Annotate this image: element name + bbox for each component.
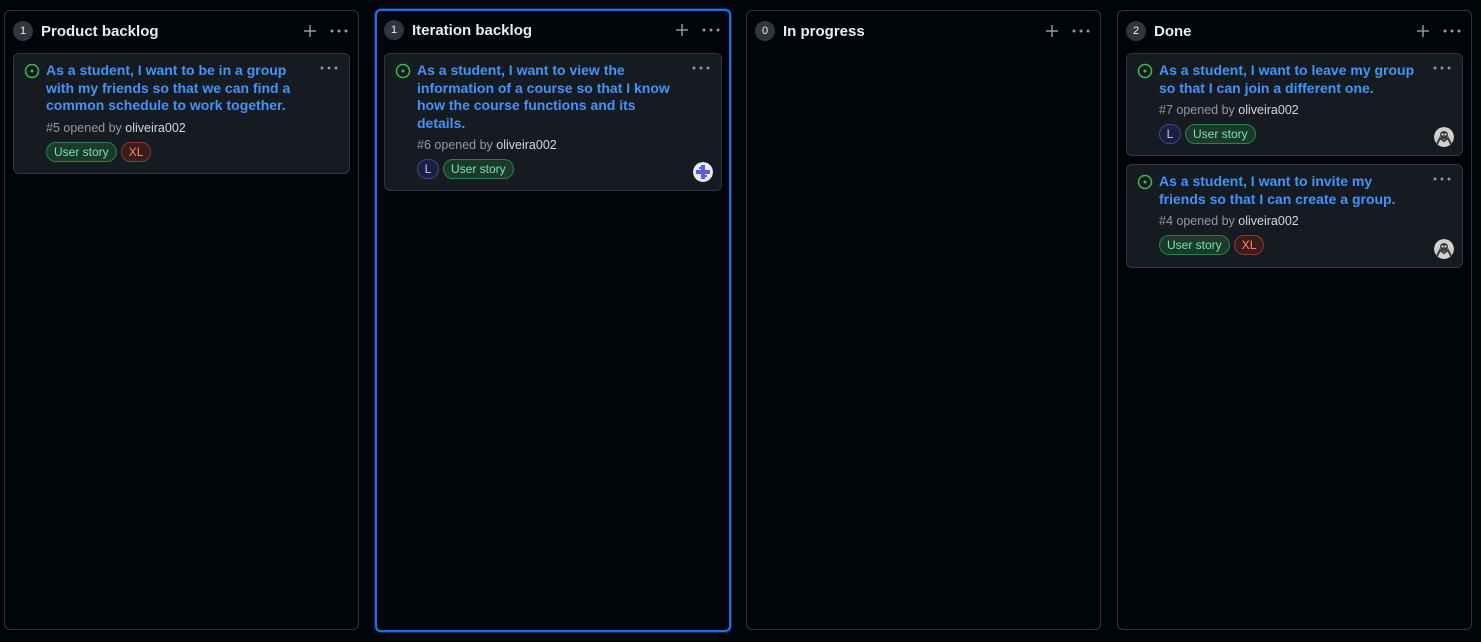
column-header: 2 Done [1126, 20, 1463, 42]
opened-by-text: opened by [1176, 214, 1235, 228]
card-menu-icon[interactable] [1430, 60, 1454, 76]
column-menu-icon[interactable] [328, 20, 350, 42]
issue-card[interactable]: As a student, I want to view the informa… [384, 53, 722, 191]
label-xl[interactable]: XL [120, 141, 152, 162]
column-in-progress: 0 In progress [746, 10, 1101, 630]
issue-meta: #4 opened by oliveira002 [1159, 213, 1452, 229]
issue-number: #7 [1159, 103, 1173, 117]
add-item-icon[interactable] [671, 19, 693, 41]
column-done: 2 Done As a student, I want to leave my … [1117, 10, 1472, 630]
label-list: L User story [1159, 124, 1452, 144]
label-user-story[interactable]: User story [1185, 124, 1256, 144]
assignee-avatar[interactable] [693, 162, 713, 182]
column-count-badge: 1 [13, 21, 33, 41]
column-product-backlog: 1 Product backlog As a student, I want t… [4, 10, 359, 630]
label-list: User story XL [1159, 235, 1452, 255]
card-menu-icon[interactable] [1430, 171, 1454, 187]
issue-title-link[interactable]: As a student, I want to view the informa… [417, 62, 681, 132]
label-list: User story XL [46, 141, 339, 162]
add-item-icon[interactable] [299, 20, 321, 42]
issue-number: #4 [1159, 214, 1173, 228]
column-title: Done [1154, 22, 1192, 40]
card-menu-icon[interactable] [689, 60, 713, 76]
add-item-icon[interactable] [1412, 20, 1434, 42]
issue-open-icon [1137, 63, 1153, 79]
opened-by-text: opened by [1176, 103, 1235, 117]
issue-card[interactable]: As a student, I want to be in a group wi… [13, 53, 350, 174]
column-header: 0 In progress [755, 20, 1092, 42]
column-header: 1 Iteration backlog [384, 19, 722, 41]
size-label-l[interactable]: L [417, 159, 439, 179]
assignee-avatar[interactable] [1434, 127, 1454, 147]
issue-open-icon [1137, 174, 1153, 190]
issue-open-icon [24, 63, 40, 79]
issue-meta: #7 opened by oliveira002 [1159, 102, 1452, 118]
issue-number: #6 [417, 138, 431, 152]
author-name[interactable]: oliveira002 [1238, 214, 1298, 228]
column-title: Iteration backlog [412, 21, 533, 39]
issue-card[interactable]: As a student, I want to invite my friend… [1126, 164, 1463, 268]
issue-title-link[interactable]: As a student, I want to invite my friend… [1159, 173, 1422, 208]
column-title: In progress [783, 22, 865, 40]
column-count-badge: 2 [1126, 21, 1146, 41]
label-list: L User story [417, 159, 711, 179]
column-menu-icon[interactable] [1070, 20, 1092, 42]
issue-meta: #6 opened by oliveira002 [417, 137, 711, 153]
label-xl[interactable]: XL [1233, 235, 1265, 255]
author-name[interactable]: oliveira002 [1238, 103, 1298, 117]
column-count-badge: 1 [384, 20, 404, 40]
column-count-badge: 0 [755, 21, 775, 41]
assignee-avatar[interactable] [1434, 239, 1454, 259]
issue-meta: #5 opened by oliveira002 [46, 120, 339, 136]
opened-by-text: opened by [63, 120, 122, 135]
column-header: 1 Product backlog [13, 20, 350, 42]
column-iteration-backlog: 1 Iteration backlog As a student, I want… [375, 9, 731, 632]
issue-number: #5 [46, 120, 60, 135]
label-user-story[interactable]: User story [443, 159, 514, 179]
issue-open-icon [395, 63, 411, 79]
add-item-icon[interactable] [1041, 20, 1063, 42]
issue-card[interactable]: As a student, I want to leave my group s… [1126, 53, 1463, 156]
column-menu-icon[interactable] [1441, 20, 1463, 42]
opened-by-text: opened by [434, 138, 493, 152]
card-menu-icon[interactable] [317, 60, 341, 76]
size-label-l[interactable]: L [1159, 124, 1181, 144]
label-user-story[interactable]: User story [1159, 235, 1230, 255]
author-name[interactable]: oliveira002 [125, 121, 185, 135]
issue-title-link[interactable]: As a student, I want to leave my group s… [1159, 62, 1422, 97]
column-title: Product backlog [41, 22, 159, 40]
issue-title-link[interactable]: As a student, I want to be in a group wi… [46, 62, 309, 115]
label-user-story[interactable]: User story [46, 141, 117, 162]
author-name[interactable]: oliveira002 [496, 138, 556, 152]
column-menu-icon[interactable] [700, 19, 722, 41]
